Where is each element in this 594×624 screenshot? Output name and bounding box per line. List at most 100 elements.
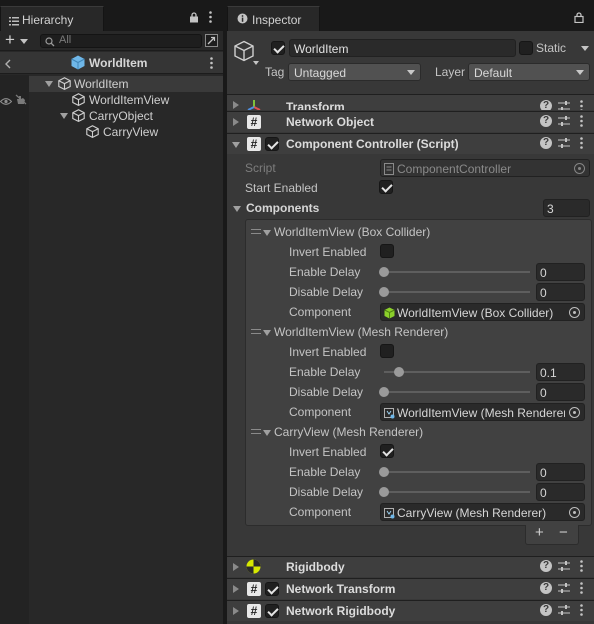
- fold-arrow-icon[interactable]: [233, 563, 239, 571]
- static-dropdown-icon[interactable]: [581, 46, 589, 51]
- help-icon[interactable]: ?: [540, 137, 552, 149]
- search-mode-icon[interactable]: [205, 34, 218, 50]
- disable-delay-slider-knob[interactable]: [379, 487, 389, 497]
- enable-delay-field[interactable]: 0: [536, 463, 585, 481]
- component-enabled-checkbox[interactable]: [265, 604, 279, 618]
- component-enabled-checkbox[interactable]: [265, 582, 279, 596]
- component-menu-icon[interactable]: [580, 604, 583, 619]
- enable-delay-slider-knob[interactable]: [394, 367, 404, 377]
- create-dropdown-icon[interactable]: [20, 39, 28, 44]
- disable-delay-slider-knob[interactable]: [379, 287, 389, 297]
- fold-arrow-icon[interactable]: [233, 101, 239, 109]
- component-transform[interactable]: Transform ?: [227, 94, 594, 110]
- component-network-object[interactable]: # Network Object ?: [227, 111, 594, 132]
- add-element-button[interactable]: +: [535, 524, 544, 541]
- component-object-field[interactable]: WorldItemView (Mesh Renderer): [380, 403, 585, 421]
- hierarchy-item-label: WorldItem: [74, 77, 129, 91]
- component-menu-icon[interactable]: [580, 582, 583, 597]
- hierarchy-search-input[interactable]: All: [40, 34, 202, 48]
- component-enabled-checkbox[interactable]: [265, 137, 279, 151]
- object-picker-icon[interactable]: [569, 407, 580, 418]
- object-name-field[interactable]: WorldItem: [289, 39, 516, 57]
- disable-delay-field[interactable]: 0: [536, 483, 585, 501]
- enable-delay-slider[interactable]: [384, 471, 530, 473]
- disable-delay-field[interactable]: 0: [536, 283, 585, 301]
- component-menu-icon[interactable]: [580, 100, 583, 110]
- component-label: Component: [289, 305, 352, 319]
- component-object-field[interactable]: WorldItemView (Box Collider): [380, 303, 585, 321]
- invert-enabled-checkbox[interactable]: [380, 444, 394, 458]
- drag-handle-icon[interactable]: [251, 229, 261, 234]
- tab-hierarchy[interactable]: Hierarchy: [0, 6, 104, 31]
- back-arrow-icon[interactable]: [4, 58, 11, 72]
- presets-icon[interactable]: [558, 582, 570, 594]
- enable-delay-slider[interactable]: [384, 371, 530, 373]
- disable-delay-field[interactable]: 0: [536, 383, 585, 401]
- component-network-rigidbody[interactable]: # Network Rigidbody ?: [227, 600, 594, 621]
- components-size-field[interactable]: 3: [543, 199, 590, 217]
- static-checkbox[interactable]: [519, 41, 533, 55]
- disable-delay-slider-knob[interactable]: [379, 387, 389, 397]
- help-icon[interactable]: ?: [540, 582, 552, 594]
- disable-delay-slider[interactable]: [384, 491, 530, 493]
- enable-delay-field[interactable]: 0.1: [536, 363, 585, 381]
- fold-arrow-icon[interactable]: [233, 118, 239, 126]
- icon-dropdown-arrow-icon[interactable]: [253, 61, 259, 65]
- create-button[interactable]: +: [5, 30, 15, 50]
- layer-dropdown[interactable]: Default: [468, 63, 590, 81]
- help-icon[interactable]: ?: [540, 100, 552, 110]
- hierarchy-item-carryobject[interactable]: CarryObject: [29, 108, 223, 124]
- entry-fold-icon[interactable]: [263, 330, 271, 336]
- remove-element-button[interactable]: −: [559, 524, 568, 541]
- presets-icon[interactable]: [558, 100, 570, 110]
- help-icon[interactable]: ?: [540, 560, 552, 572]
- hierarchy-item-worlditem[interactable]: WorldItem: [29, 76, 223, 92]
- hierarchy-item-worlditemview[interactable]: WorldItemView: [29, 92, 223, 108]
- invert-enabled-checkbox[interactable]: [380, 344, 394, 358]
- drag-handle-icon[interactable]: [251, 329, 261, 334]
- scene-title: WorldItem: [89, 56, 148, 70]
- invert-enabled-checkbox[interactable]: [380, 244, 394, 258]
- visibility-eye-icon[interactable]: [0, 95, 13, 109]
- disable-delay-slider[interactable]: [384, 391, 530, 393]
- active-checkbox[interactable]: [271, 41, 285, 55]
- entry-fold-icon[interactable]: [263, 430, 271, 436]
- component-menu-icon[interactable]: [580, 137, 583, 152]
- hierarchy-item-carryview[interactable]: CarryView: [29, 124, 223, 140]
- component-network-transform[interactable]: # Network Transform ?: [227, 578, 594, 599]
- enable-delay-slider[interactable]: [384, 271, 530, 273]
- fold-arrow-icon[interactable]: [233, 607, 239, 615]
- pickable-hand-icon[interactable]: [15, 94, 27, 108]
- presets-icon[interactable]: [558, 604, 570, 616]
- inspector-lock-icon[interactable]: [574, 12, 584, 26]
- fold-arrow-icon[interactable]: [232, 142, 240, 148]
- object-picker-icon[interactable]: [569, 507, 580, 518]
- drag-handle-icon[interactable]: [251, 429, 261, 434]
- tag-dropdown[interactable]: Untagged: [288, 63, 421, 81]
- hierarchy-menu-icon[interactable]: [209, 11, 212, 26]
- component-object-field[interactable]: CarryView (Mesh Renderer): [380, 503, 585, 521]
- component-menu-icon[interactable]: [580, 115, 583, 130]
- component-controller[interactable]: # Component Controller (Script) ?: [227, 133, 594, 154]
- start-enabled-checkbox[interactable]: [379, 180, 393, 194]
- component-menu-icon[interactable]: [580, 560, 583, 575]
- presets-icon[interactable]: [558, 115, 570, 127]
- help-icon[interactable]: ?: [540, 115, 552, 127]
- tab-inspector[interactable]: Inspector: [227, 6, 320, 31]
- component-rigidbody[interactable]: Rigidbody ?: [227, 556, 594, 577]
- presets-icon[interactable]: [558, 560, 570, 572]
- components-fold-icon[interactable]: [233, 206, 241, 212]
- lock-icon[interactable]: [189, 12, 199, 26]
- enable-delay-field[interactable]: 0: [536, 263, 585, 281]
- expand-arrow-icon[interactable]: [60, 113, 68, 119]
- entry-fold-icon[interactable]: [263, 230, 271, 236]
- enable-delay-slider-knob[interactable]: [379, 267, 389, 277]
- presets-icon[interactable]: [558, 137, 570, 149]
- scene-menu-icon[interactable]: [210, 57, 213, 72]
- fold-arrow-icon[interactable]: [233, 585, 239, 593]
- object-picker-icon[interactable]: [569, 307, 580, 318]
- disable-delay-slider[interactable]: [384, 291, 530, 293]
- enable-delay-slider-knob[interactable]: [379, 467, 389, 477]
- expand-arrow-icon[interactable]: [45, 81, 53, 87]
- help-icon[interactable]: ?: [540, 604, 552, 616]
